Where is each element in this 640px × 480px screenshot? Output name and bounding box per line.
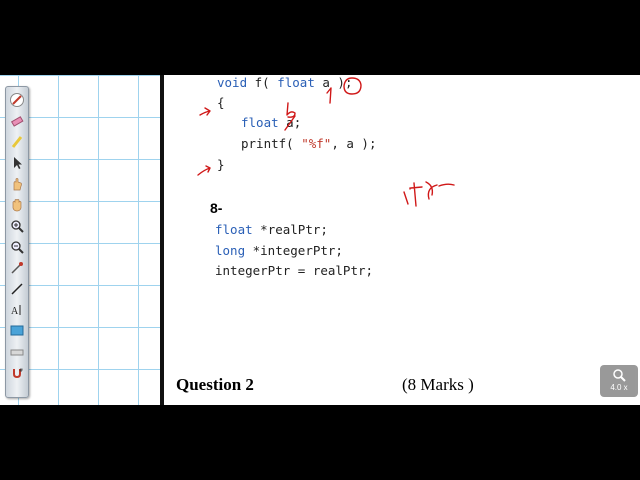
screen-icon[interactable] <box>8 322 26 340</box>
code-line: printf( "%f", a ); <box>241 136 376 151</box>
code-text: printf( <box>241 136 302 151</box>
zoom-in-icon[interactable] <box>8 217 26 235</box>
magnifier-icon <box>613 369 626 382</box>
question-title: Question 2 <box>176 375 254 394</box>
pointer-icon[interactable] <box>8 154 26 172</box>
code-keyword: long <box>215 243 246 258</box>
code-line: float *realPtr; <box>215 222 328 237</box>
code-keyword: void <box>217 75 248 90</box>
line-icon[interactable] <box>8 280 26 298</box>
pan-hand-icon[interactable] <box>8 196 26 214</box>
question-marks: (8 Marks ) <box>402 375 474 394</box>
code-keyword: float <box>215 222 253 237</box>
highlighter-icon[interactable] <box>8 133 26 151</box>
code-keyword: float <box>241 115 279 130</box>
code-line: void f( float a ); <box>217 75 353 90</box>
code-text: *realPtr; <box>252 222 328 237</box>
code-line: long *integerPtr; <box>215 243 343 258</box>
ruler-icon[interactable] <box>8 343 26 361</box>
code-text: *integerPtr; <box>245 243 343 258</box>
code-line: } <box>217 157 225 172</box>
zoom-level: 4.0 x <box>610 383 628 392</box>
eraser-icon[interactable] <box>8 112 26 130</box>
svg-text:A: A <box>11 306 19 317</box>
pen-icon[interactable] <box>8 91 26 109</box>
exam-document: void f( float a ); { float a; printf( "%… <box>164 75 640 405</box>
code-text: f( <box>247 75 278 90</box>
code-line: integerPtr = realPtr; <box>215 263 374 278</box>
dropper-icon[interactable] <box>8 259 26 277</box>
video-frame: A # void f( float a ); { float a; printf… <box>0 75 640 405</box>
annotation-toolbar: A # <box>5 86 29 398</box>
code-string: "%f" <box>301 136 332 151</box>
code-line: { <box>217 95 225 110</box>
code-text: a ); <box>314 75 353 90</box>
magnet-icon[interactable]: # <box>8 364 26 382</box>
zoom-out-icon[interactable] <box>8 238 26 256</box>
text-icon[interactable]: A <box>8 301 26 319</box>
code-text: a; <box>278 115 302 130</box>
code-text: , a ); <box>331 136 377 151</box>
zoom-badge[interactable]: 4.0 x <box>600 365 638 397</box>
code-keyword: float <box>277 75 315 90</box>
question-item-number: 8- <box>210 200 223 216</box>
laser-hand-icon[interactable] <box>8 175 26 193</box>
svg-text:#: # <box>19 368 23 374</box>
code-line: float a; <box>241 115 301 130</box>
